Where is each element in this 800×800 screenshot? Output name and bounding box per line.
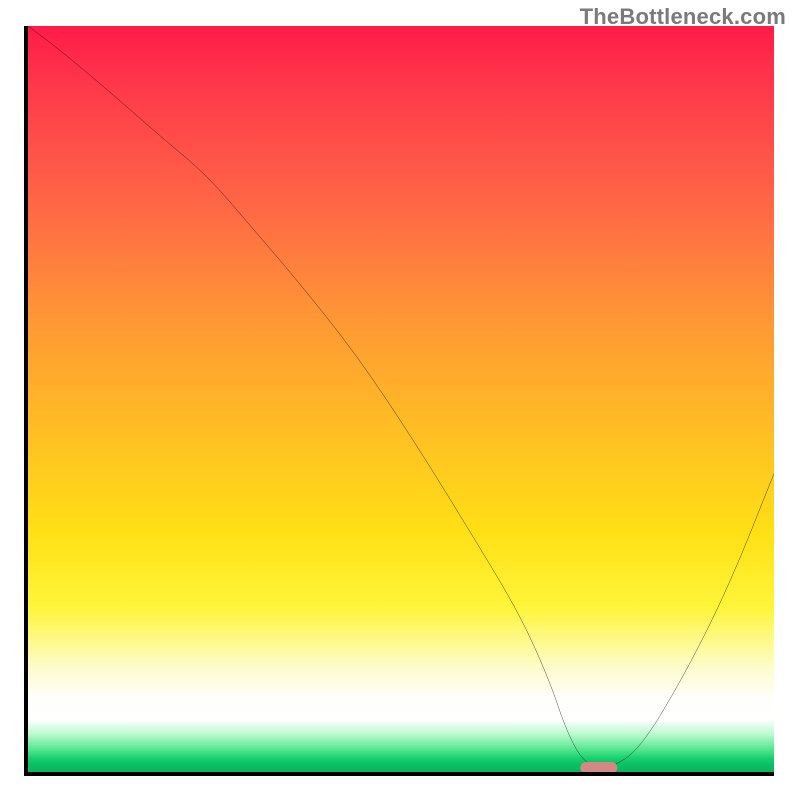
watermark-text: TheBottleneck.com: [580, 4, 786, 30]
bottleneck-curve: [28, 26, 774, 768]
curve-svg: [28, 26, 774, 772]
plot-area: [24, 26, 774, 776]
optimal-marker: [580, 762, 617, 774]
figure-container: TheBottleneck.com: [0, 0, 800, 800]
